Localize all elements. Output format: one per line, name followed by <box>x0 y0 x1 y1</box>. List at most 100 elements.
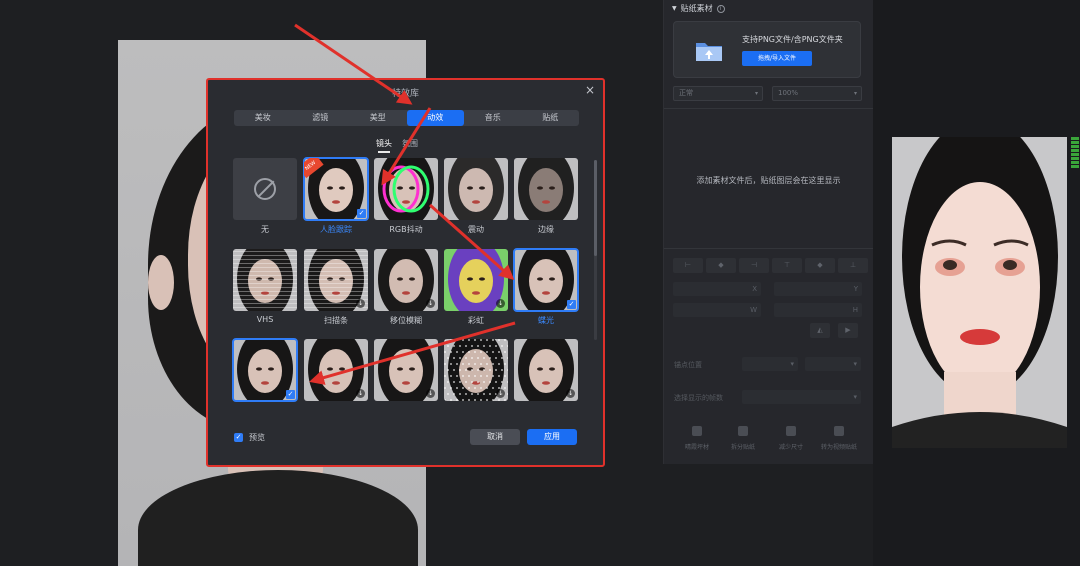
effect-thumbnail[interactable]: ↓ <box>444 339 508 401</box>
anchor-label: 锚点位置 <box>674 361 702 369</box>
flip-horizontal-icon[interactable]: ◭ <box>810 323 830 338</box>
height-field[interactable]: H <box>774 303 862 317</box>
flip-vertical-icon[interactable]: ▶ <box>838 323 858 338</box>
effect-item[interactable]: 无 <box>233 158 297 238</box>
effect-thumbnail[interactable]: ↓ <box>304 339 368 401</box>
split-icon[interactable] <box>738 426 748 436</box>
effect-thumbnail[interactable]: ✓ <box>513 248 579 312</box>
align-bottom-icon[interactable]: ⊥ <box>838 258 868 273</box>
y-field[interactable]: Y <box>774 282 862 296</box>
canvas-ear <box>148 255 174 310</box>
download-icon[interactable]: ↓ <box>496 299 505 308</box>
bottom-action-label: 晴霞坪材 <box>684 444 709 451</box>
effect-item[interactable]: 震动 <box>444 158 508 238</box>
align-center-v-icon[interactable]: ◆ <box>805 258 835 273</box>
effect-item[interactable]: VHS <box>233 249 297 329</box>
grid-scrollbar[interactable] <box>594 160 597 340</box>
effect-item[interactable]: ↓ 彩虹 <box>444 249 508 329</box>
tab-motion[interactable]: 动效 <box>406 110 464 126</box>
effect-item[interactable]: ↓ <box>304 339 368 419</box>
upload-dropzone[interactable]: 支持PNG文件/含PNG文件夹 拖拽/导入文件 <box>673 21 861 78</box>
x-label: X <box>752 285 757 293</box>
width-field[interactable]: W <box>673 303 761 317</box>
subtab-lens[interactable]: 镜头 <box>376 138 392 153</box>
effect-item[interactable]: ↓ <box>444 339 508 419</box>
download-icon[interactable]: ↓ <box>426 389 435 398</box>
tab-makeup[interactable]: 美妆 <box>234 110 292 126</box>
align-top-icon[interactable]: ⊤ <box>772 258 802 273</box>
bottom-action-label: 转为视频贴纸 <box>820 444 857 451</box>
effect-item[interactable]: RGB抖动 <box>374 158 438 238</box>
sticker-icon[interactable] <box>692 426 702 436</box>
effect-item[interactable]: ↓ <box>374 339 438 419</box>
preview-toggle[interactable]: ✓ 预览 <box>234 432 265 443</box>
info-icon[interactable]: i <box>716 4 725 13</box>
meter-segment <box>1071 165 1079 168</box>
effect-item[interactable]: ↓ 扫描条 <box>304 249 368 329</box>
effect-label: 人脸跟踪 <box>320 225 352 234</box>
portrait-thumbnail <box>444 158 508 220</box>
effect-thumbnail[interactable]: ↓ <box>374 249 438 311</box>
effect-thumbnail[interactable] <box>444 158 508 220</box>
tab-shape[interactable]: 美型 <box>349 110 407 126</box>
align-center-h-icon[interactable]: ◆ <box>706 258 736 273</box>
effect-thumbnail[interactable]: NEW ✓ <box>303 157 369 221</box>
effect-thumbnail[interactable] <box>233 158 297 220</box>
x-field[interactable]: X <box>673 282 761 296</box>
effect-thumbnail[interactable]: ↓ <box>374 339 438 401</box>
effect-label: 彩虹 <box>468 316 484 325</box>
align-right-icon[interactable]: ⊣ <box>739 258 769 273</box>
tab-filter[interactable]: 滤镜 <box>292 110 350 126</box>
effect-thumbnail[interactable] <box>374 158 438 220</box>
effect-item[interactable]: ↓ <box>514 339 578 419</box>
blend-mode-select[interactable]: 正常 ▾ <box>673 86 763 101</box>
effect-thumbnail[interactable] <box>514 158 578 220</box>
effect-item[interactable]: NEW ✓ 人脸跟踪 <box>303 157 369 238</box>
meter-segment <box>1071 157 1079 160</box>
close-icon[interactable]: × <box>583 83 597 97</box>
effect-thumbnail[interactable]: ✓ <box>232 338 298 402</box>
effect-label: 震动 <box>468 225 484 234</box>
scrollbar-thumb[interactable] <box>594 160 597 256</box>
effect-label: VHS <box>256 315 274 324</box>
effect-thumbnail[interactable]: ↓ <box>304 249 368 311</box>
y-label: Y <box>853 285 858 293</box>
tab-sticker[interactable]: 贴纸 <box>522 110 580 126</box>
meter-segment <box>1071 141 1079 144</box>
align-left-icon[interactable]: ⊢ <box>673 258 703 273</box>
download-icon[interactable]: ↓ <box>426 299 435 308</box>
download-icon[interactable]: ↓ <box>356 389 365 398</box>
download-icon[interactable]: ↓ <box>356 299 365 308</box>
effect-item[interactable]: ✓ 蝶光 <box>513 248 579 329</box>
preview-checkbox[interactable]: ✓ <box>234 433 243 442</box>
meter-segment <box>1071 145 1079 148</box>
anchor-x-select[interactable]: ▾ <box>742 357 798 371</box>
effect-item[interactable]: ↓ 移位模糊 <box>374 249 438 329</box>
import-file-button[interactable]: 拖拽/导入文件 <box>742 51 812 66</box>
dialog-title: 特效库 <box>391 89 419 99</box>
tab-music[interactable]: 音乐 <box>464 110 522 126</box>
subtab-atmosphere[interactable]: 氛围 <box>402 138 418 153</box>
effect-thumbnail[interactable]: ↓ <box>444 249 508 311</box>
download-icon[interactable]: ↓ <box>496 389 505 398</box>
portrait-thumbnail <box>514 158 578 220</box>
frame-select[interactable]: ▾ <box>742 390 861 404</box>
check-icon: ✓ <box>567 300 576 309</box>
download-icon[interactable]: ↓ <box>566 389 575 398</box>
frame-label: 选择显示的帧数 <box>674 394 723 402</box>
effect-thumbnail[interactable] <box>233 249 297 311</box>
effect-label: 蝶光 <box>538 316 554 325</box>
effect-item[interactable]: ✓ <box>232 338 298 419</box>
video-sticker-icon[interactable] <box>834 426 844 436</box>
anchor-y-select[interactable]: ▾ <box>805 357 861 371</box>
apply-button[interactable]: 应用 <box>527 429 577 445</box>
sticker-header[interactable]: ▼ 贴纸素材 i <box>672 3 725 14</box>
chevron-down-icon: ▾ <box>853 90 857 97</box>
cancel-button[interactable]: 取消 <box>470 429 520 445</box>
opacity-select[interactable]: 100% ▾ <box>772 86 862 101</box>
preview-label: 预览 <box>249 433 265 442</box>
effect-item[interactable]: 边缘 <box>514 158 578 238</box>
resize-icon[interactable] <box>786 426 796 436</box>
divider <box>664 248 873 249</box>
effect-thumbnail[interactable]: ↓ <box>514 339 578 401</box>
